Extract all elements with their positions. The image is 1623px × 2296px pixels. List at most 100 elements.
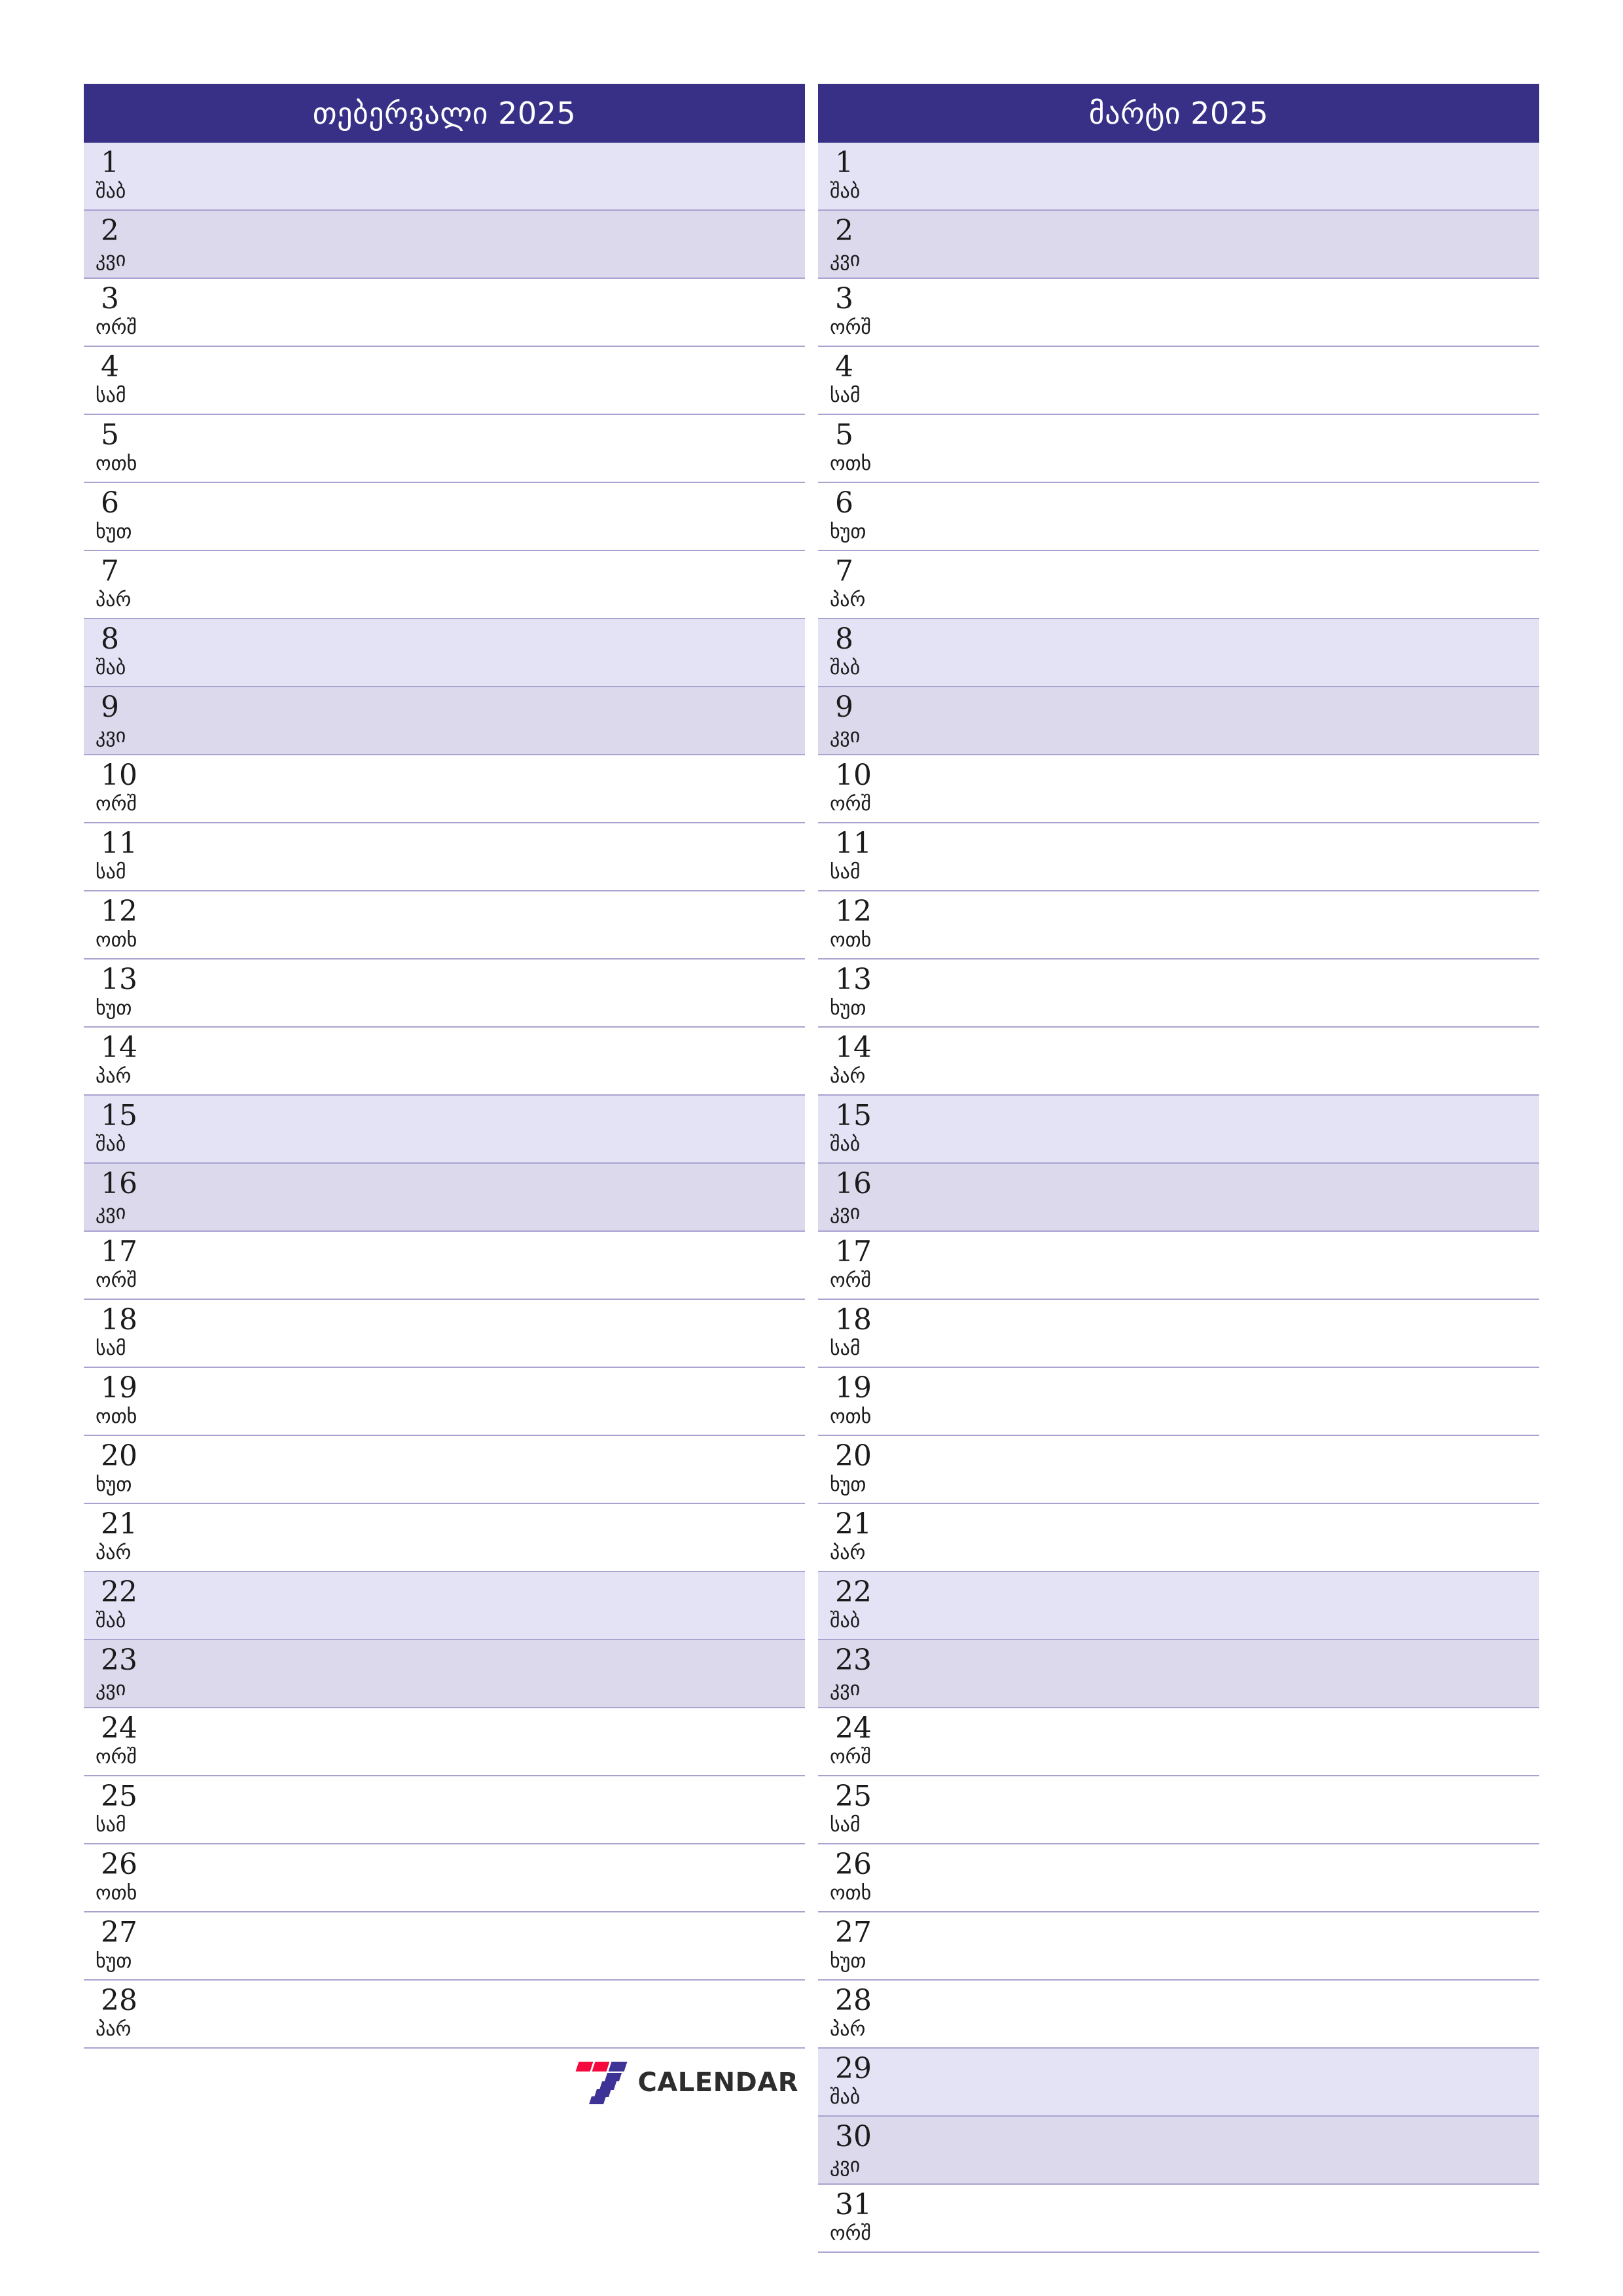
day-row[interactable]: 6 ხუთ [818, 483, 1539, 551]
day-row[interactable]: 11 სამ [84, 823, 805, 891]
day-number: 27 [101, 1916, 137, 1949]
weekday-abbrev: პარ [96, 2018, 132, 2041]
day-number: 30 [835, 2120, 872, 2153]
day-row[interactable]: 5 ოთხ [818, 415, 1539, 483]
day-row[interactable]: 29 შაბ [818, 2049, 1539, 2117]
day-row[interactable]: 25 სამ [84, 1776, 805, 1844]
day-number: 7 [835, 554, 853, 588]
weekday-abbrev: ხუთ [830, 520, 866, 543]
day-row[interactable]: 9 კვი [84, 687, 805, 755]
day-number: 22 [835, 1575, 872, 1609]
day-row[interactable]: 20 ხუთ [818, 1436, 1539, 1504]
weekday-abbrev: ხუთ [96, 1473, 132, 1496]
day-row[interactable]: 27 ხუთ [84, 1912, 805, 1981]
weekday-abbrev: ოთხ [96, 929, 137, 952]
day-row[interactable]: 17 ორშ [84, 1232, 805, 1300]
day-row[interactable]: 2 კვი [84, 211, 805, 279]
day-row[interactable]: 7 პარ [84, 551, 805, 619]
day-row[interactable]: 2 კვი [818, 211, 1539, 279]
day-row[interactable]: 18 სამ [818, 1300, 1539, 1368]
day-row[interactable]: 14 პარ [84, 1028, 805, 1096]
weekday-abbrev: სამ [830, 1814, 861, 1837]
day-row[interactable]: 24 ორშ [84, 1708, 805, 1776]
day-row[interactable]: 19 ოთხ [818, 1368, 1539, 1436]
day-row[interactable]: 16 კვი [818, 1164, 1539, 1232]
day-row[interactable]: 24 ორშ [818, 1708, 1539, 1776]
day-number: 5 [101, 418, 119, 452]
weekday-abbrev: ორშ [830, 316, 871, 339]
day-row[interactable]: 15 შაბ [84, 1096, 805, 1164]
day-number: 18 [101, 1303, 137, 1336]
day-row[interactable]: 20 ხუთ [84, 1436, 805, 1504]
day-row[interactable]: 8 შაბ [84, 619, 805, 687]
day-row[interactable]: 26 ოთხ [84, 1844, 805, 1912]
day-number: 16 [835, 1167, 872, 1200]
day-row[interactable]: 28 პარ [818, 1981, 1539, 2049]
weekday-abbrev: ორშ [96, 1746, 137, 1768]
day-row[interactable]: 4 სამ [818, 347, 1539, 415]
day-row[interactable]: 30 კვი [818, 2117, 1539, 2185]
weekday-abbrev: ორშ [96, 316, 137, 339]
day-row[interactable]: 13 ხუთ [84, 960, 805, 1028]
day-number: 13 [101, 963, 137, 996]
day-row[interactable]: 28 პარ [84, 1981, 805, 2049]
day-number: 11 [835, 827, 872, 860]
day-list: 1 შაბ 2 კვი 3 ორშ 4 სამ 5 ოთხ 6 ხუთ 7 პარ 8 შაბ 9 კვი 10 ორ… [84, 143, 805, 2253]
day-row[interactable]: 1 შაბ [84, 143, 805, 211]
day-row[interactable]: 13 ხუთ [818, 960, 1539, 1028]
day-row[interactable]: 22 შაბ [818, 1572, 1539, 1640]
day-number: 6 [835, 486, 853, 520]
day-number: 15 [101, 1099, 137, 1132]
day-row[interactable]: 8 შაბ [818, 619, 1539, 687]
day-row[interactable]: 22 შაბ [84, 1572, 805, 1640]
day-row[interactable]: 26 ოთხ [818, 1844, 1539, 1912]
day-row[interactable]: 6 ხუთ [84, 483, 805, 551]
day-row[interactable]: 17 ორშ [818, 1232, 1539, 1300]
day-number: 28 [835, 1984, 872, 2017]
weekday-abbrev: პარ [96, 588, 132, 611]
weekday-abbrev: ხუთ [96, 997, 132, 1020]
day-number: 2 [101, 214, 119, 247]
day-row[interactable]: 23 კვი [818, 1640, 1539, 1708]
day-row[interactable]: 10 ორშ [818, 755, 1539, 823]
day-number: 27 [835, 1916, 872, 1949]
day-number: 13 [835, 963, 872, 996]
day-row[interactable]: 19 ოთხ [84, 1368, 805, 1436]
day-number: 4 [101, 350, 119, 384]
day-number: 20 [101, 1439, 137, 1473]
day-number: 8 [101, 622, 119, 656]
day-number: 9 [101, 691, 119, 724]
day-row[interactable]: 14 პარ [818, 1028, 1539, 1096]
day-row[interactable]: 21 პარ [818, 1504, 1539, 1572]
day-number: 10 [101, 759, 137, 792]
weekday-abbrev: კვი [830, 1201, 861, 1224]
day-row[interactable]: 3 ორშ [84, 279, 805, 347]
weekday-abbrev: ოთხ [96, 1405, 137, 1428]
day-row[interactable]: 31 ორშ [818, 2185, 1539, 2253]
day-row[interactable]: 12 ოთხ [818, 891, 1539, 960]
day-row[interactable]: 23 კვი [84, 1640, 805, 1708]
day-row[interactable]: 11 სამ [818, 823, 1539, 891]
day-row[interactable]: 9 კვი [818, 687, 1539, 755]
day-row[interactable]: 18 სამ [84, 1300, 805, 1368]
calendar-page: თებერვალი 2025 1 შაბ 2 კვი 3 ორშ 4 სამ 5 ოთხ 6 ხუთ 7 პ… [0, 0, 1623, 2296]
weekday-abbrev: შაბ [96, 656, 126, 679]
day-row[interactable]: 15 შაბ [818, 1096, 1539, 1164]
weekday-abbrev: კვი [830, 2154, 861, 2177]
day-row[interactable]: 27 ხუთ [818, 1912, 1539, 1981]
day-row[interactable]: 3 ორშ [818, 279, 1539, 347]
day-number: 25 [101, 1780, 137, 1813]
day-row[interactable]: 7 პარ [818, 551, 1539, 619]
day-row[interactable]: 10 ორშ [84, 755, 805, 823]
day-number: 25 [835, 1780, 872, 1813]
day-row[interactable]: 4 სამ [84, 347, 805, 415]
day-row[interactable]: 5 ოთხ [84, 415, 805, 483]
day-row[interactable]: 25 სამ [818, 1776, 1539, 1844]
day-row[interactable]: 12 ოთხ [84, 891, 805, 960]
day-number: 21 [835, 1507, 872, 1541]
day-row[interactable]: 16 კვი [84, 1164, 805, 1232]
day-number: 22 [101, 1575, 137, 1609]
day-row[interactable]: 21 პარ [84, 1504, 805, 1572]
day-row[interactable]: 1 შაბ [818, 143, 1539, 211]
day-number: 18 [835, 1303, 872, 1336]
